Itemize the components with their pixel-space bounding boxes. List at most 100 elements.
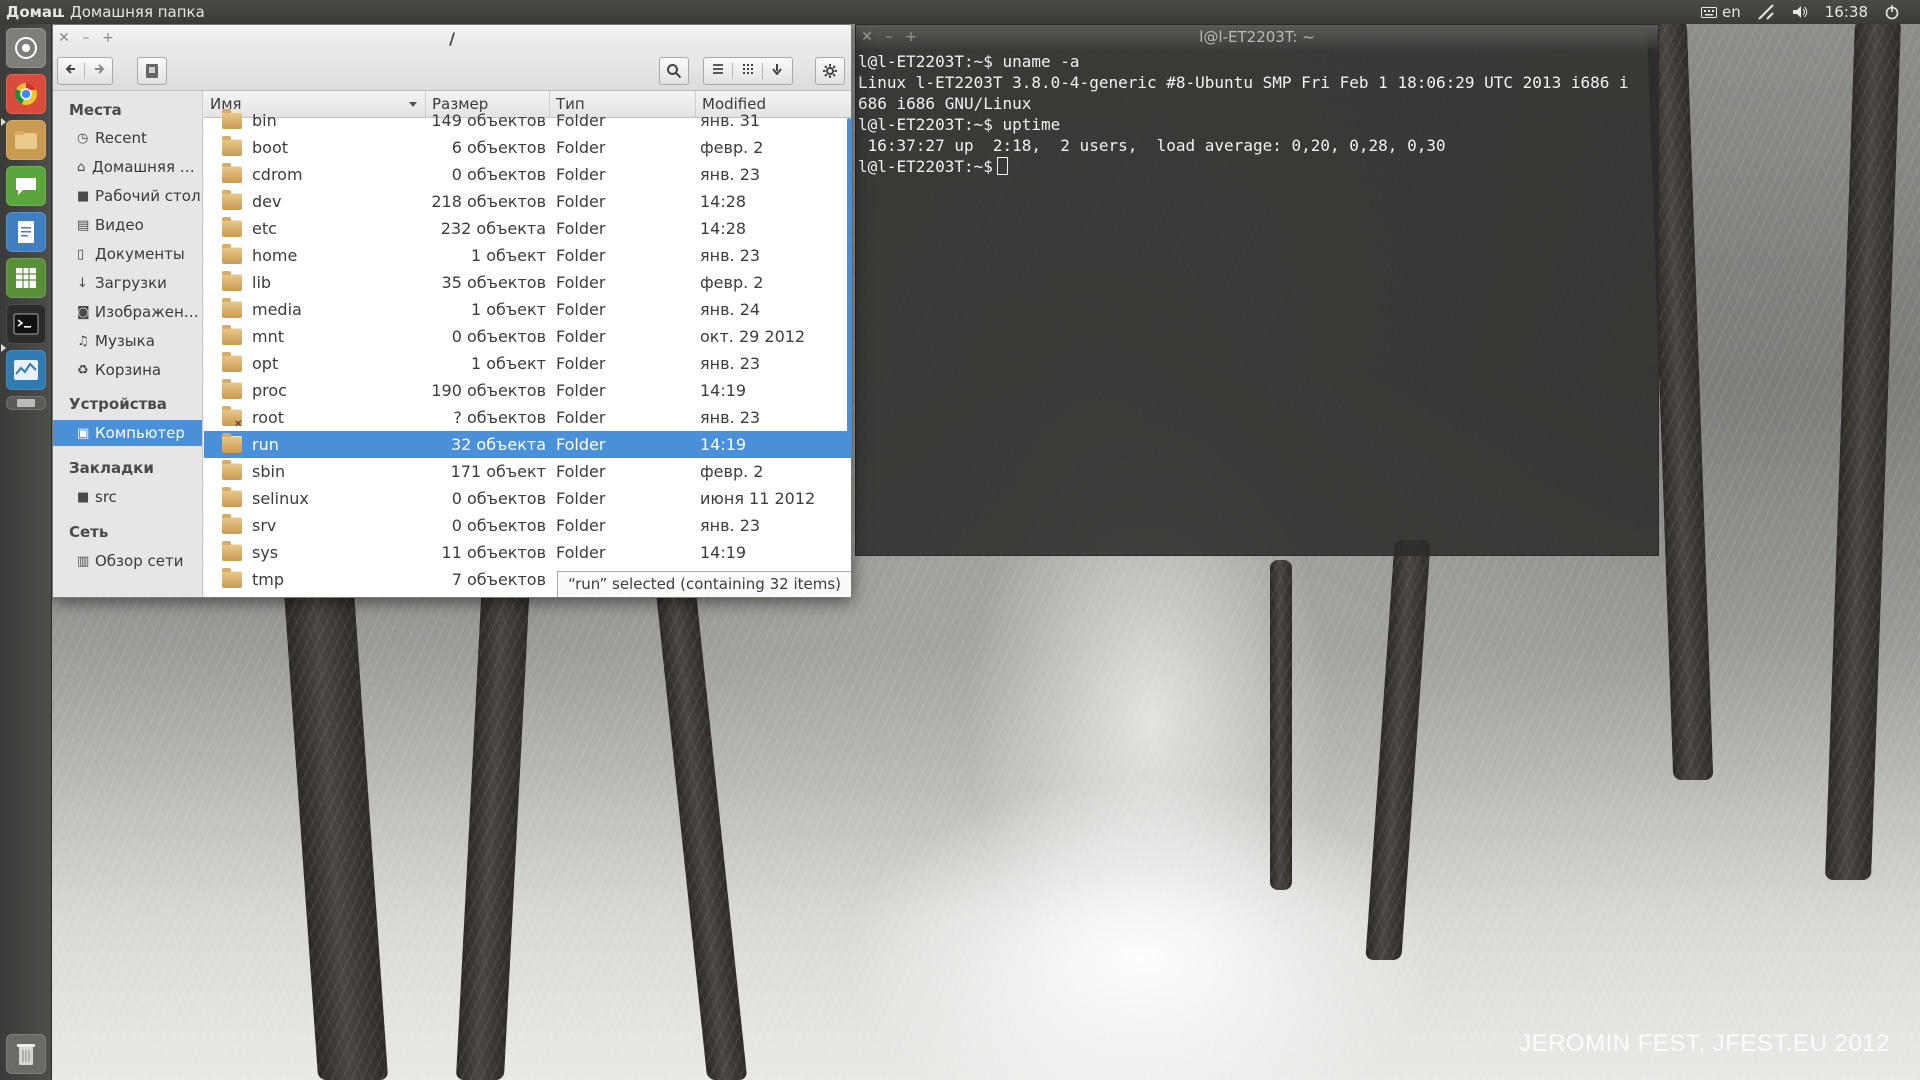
table-row[interactable]: sys 11 объектов Folder 14:19 (204, 539, 851, 566)
terminal-output[interactable]: l@l-ET2203T:~$ uname -a Linux l-ET2203T 3… (858, 51, 1656, 555)
network-indicator[interactable] (1757, 4, 1775, 20)
sidebar-item-music[interactable]: ♫ Музыка (53, 328, 202, 354)
table-row[interactable]: media 1 объект Folder янв. 24 (204, 296, 851, 323)
table-row[interactable]: cdrom 0 объектов Folder янв. 23 (204, 161, 851, 188)
table-row[interactable]: lib 35 объектов Folder февр. 2 (204, 269, 851, 296)
terminal-prompt: l@l-ET2203T:~$ (858, 157, 993, 176)
launcher-chat[interactable] (6, 166, 46, 206)
music-icon: ♫ (77, 333, 89, 349)
file-name: run (252, 435, 279, 454)
grid-view-button[interactable] (733, 63, 763, 79)
file-name: tmp (252, 570, 285, 589)
terminal-line: l@l-ET2203T:~$ uname -a (858, 52, 1080, 71)
no-access-emblem-icon: ✕ (234, 419, 243, 430)
sidebar-item-src[interactable]: ■ src (53, 484, 202, 510)
launcher-files[interactable] (6, 120, 46, 160)
dash-home-icon (15, 37, 37, 59)
forward-button[interactable] (85, 63, 112, 79)
table-row[interactable]: ✕ root ? объектов Folder янв. 23 (204, 404, 851, 431)
minimize-button[interactable]: – (75, 30, 97, 46)
table-row[interactable]: home 1 объект Folder янв. 23 (204, 242, 851, 269)
file-size: 190 объектов (431, 381, 546, 400)
power-icon (1885, 5, 1899, 20)
terminal-close-button[interactable]: ✕ (856, 29, 878, 45)
terminal-line: 686 i686 GNU/Linux (858, 94, 1032, 113)
launcher-writer[interactable] (6, 212, 46, 252)
file-list[interactable]: Имя Размер Тип Modified bin 149 объектов F… (204, 91, 851, 597)
sidebar-item-recent[interactable]: ◷ Recent (53, 125, 202, 151)
sidebar-item-downloads[interactable]: ↓ Загрузки (53, 270, 202, 296)
folder-icon (222, 379, 242, 399)
list-view-button[interactable] (704, 63, 734, 79)
dash-home-button[interactable] (6, 28, 46, 68)
table-row[interactable]: run 32 объекта Folder 14:19 (204, 431, 851, 458)
table-row[interactable]: bin 149 объектов Folder янв. 31 (204, 107, 851, 134)
launcher-terminal[interactable] (6, 304, 46, 344)
terminal-window[interactable]: ✕ – + l@l-ET2203T: ~ l@l-ET2203T:~$ unam… (855, 24, 1659, 556)
launcher-system-monitor[interactable] (6, 350, 46, 390)
table-row[interactable]: etc 232 объекта Folder 14:28 (204, 215, 851, 242)
file-modified: февр. 2 (700, 273, 764, 292)
file-size: 35 объектов (441, 273, 546, 292)
sort-menu-button[interactable] (763, 63, 792, 79)
launcher-drive[interactable] (6, 396, 46, 410)
maximize-button[interactable]: + (97, 30, 119, 46)
table-row[interactable]: srv 0 объектов Folder янв. 23 (204, 512, 851, 539)
sidebar-item-computer[interactable]: ▣ Компьютер (53, 420, 202, 446)
file-type: Folder (556, 435, 606, 454)
writer-icon (18, 221, 34, 243)
terminal-maximize-button[interactable]: + (900, 29, 922, 45)
camera-icon: ◙ (77, 304, 90, 320)
table-row[interactable]: boot 6 объектов Folder февр. 2 (204, 134, 851, 161)
location-button[interactable] (137, 57, 167, 85)
table-row[interactable]: dev 218 объектов Folder 14:28 (204, 188, 851, 215)
folder-icon: ■ (77, 489, 90, 505)
file-manager-titlebar[interactable]: ✕ – + / (53, 25, 851, 51)
terminal-titlebar[interactable]: ✕ – + l@l-ET2203T: ~ (856, 25, 1658, 49)
back-button[interactable] (58, 63, 86, 79)
folder-icon (222, 460, 242, 480)
sidebar-header-places: Места (69, 101, 122, 119)
scrollbar[interactable] (847, 118, 851, 448)
settings-button[interactable] (815, 57, 845, 85)
folder-icon (222, 298, 242, 318)
sound-indicator[interactable] (1791, 4, 1809, 20)
launcher-trash[interactable] (6, 1034, 46, 1074)
terminal-minimize-button[interactable]: – (878, 29, 900, 45)
sidebar-item-desktop[interactable]: ■ Рабочий стол (53, 183, 202, 209)
clock-indicator[interactable]: 16:38 (1825, 3, 1868, 21)
search-icon (667, 64, 682, 79)
active-window-title: Домашняя папка (70, 3, 205, 21)
file-name: mnt (252, 327, 284, 346)
table-row[interactable]: mnt 0 объектов Folder окт. 29 2012 (204, 323, 851, 350)
close-button[interactable]: ✕ (53, 30, 75, 46)
table-row[interactable]: opt 1 объект Folder янв. 23 (204, 350, 851, 377)
sidebar-item-browse-network[interactable]: ▥ Обзор сети (53, 548, 202, 574)
file-type: Folder (556, 111, 606, 130)
sidebar-item-home[interactable]: ⌂Домашняя папка (53, 154, 202, 180)
folder-icon (222, 217, 242, 237)
video-icon: ▤ (77, 217, 90, 233)
active-app-name[interactable]: Домашняя папка (0, 3, 64, 21)
folder-icon (222, 433, 242, 453)
keyboard-indicator[interactable]: en (1701, 3, 1741, 21)
trash-icon (17, 1044, 35, 1065)
sidebar-item-video[interactable]: ▤ Видео (53, 212, 202, 238)
table-row[interactable]: sbin 171 объект Folder февр. 2 (204, 458, 851, 485)
launcher-chrome[interactable] (6, 74, 46, 114)
sidebar-item-pictures[interactable]: ◙ Изображения (53, 299, 202, 325)
sidebar-item-trash[interactable]: ♻ Корзина (53, 357, 202, 383)
file-manager-window[interactable]: ✕ – + / Места ◷ Recent ⌂ Домашняя па ■ Р… (52, 24, 852, 598)
folder-icon (222, 541, 242, 561)
table-row[interactable]: proc 190 объектов Folder 14:19 (204, 377, 851, 404)
sidebar-header-network: Сеть (69, 523, 109, 541)
table-row[interactable]: selinux 0 объектов Folder июня 11 2012 (204, 485, 851, 512)
search-button[interactable] (659, 57, 689, 85)
folder-icon (222, 244, 242, 264)
sidebar-item-documents[interactable]: ▯ Документы (53, 241, 202, 267)
session-indicator[interactable] (1884, 4, 1900, 20)
launcher-calc[interactable] (6, 258, 46, 298)
folder-icon (222, 109, 242, 129)
file-size: ? объектов (453, 408, 546, 427)
top-panel: Домашняя папка Домашняя папка en 16:38 (0, 0, 1920, 24)
